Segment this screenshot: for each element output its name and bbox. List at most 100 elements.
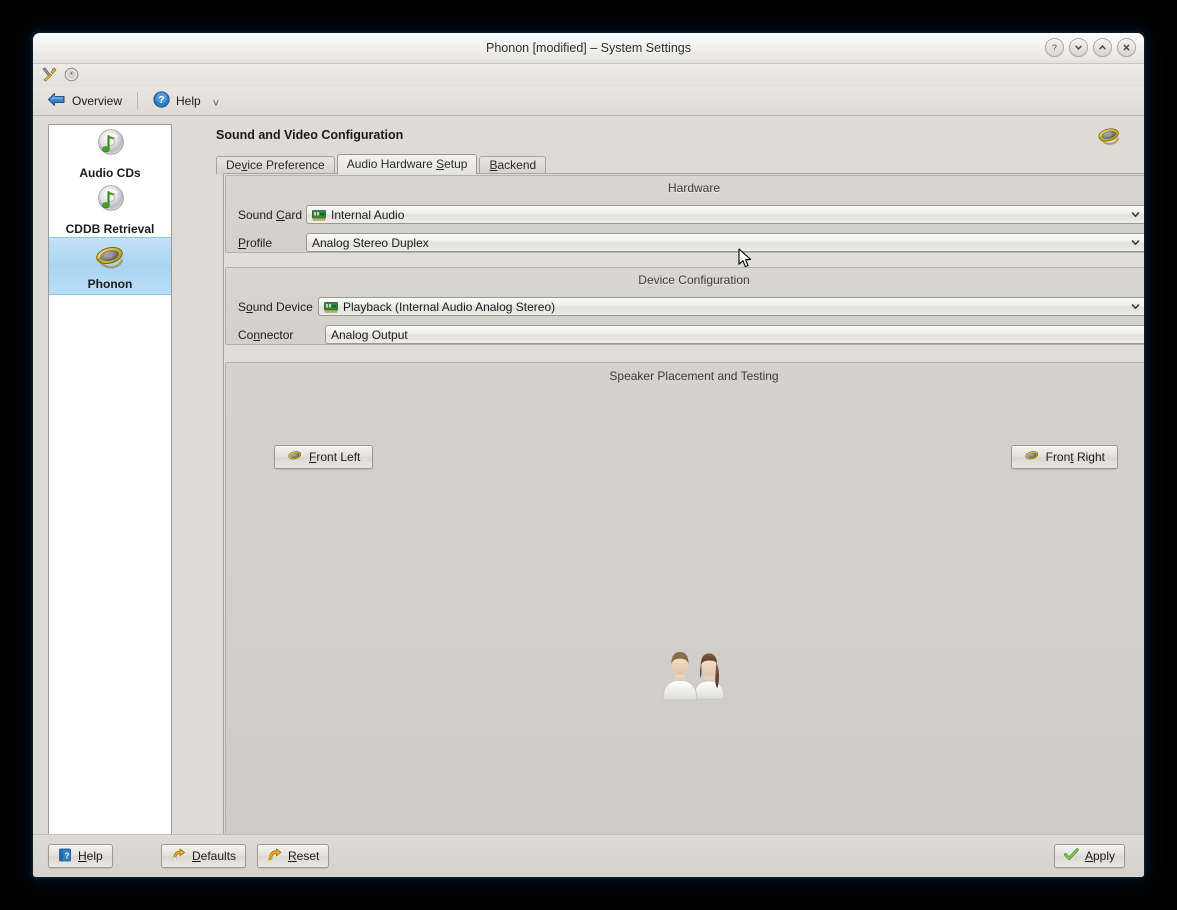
sound-card-combobox[interactable]: Internal Audio bbox=[306, 205, 1144, 224]
title-bar[interactable]: Phonon [modified] – System Settings ? bbox=[33, 33, 1144, 64]
speaker-icon bbox=[287, 449, 303, 466]
tab-panel-audio-hardware-setup: Hardware Sound Card bbox=[223, 173, 1144, 847]
overview-button[interactable]: Overview bbox=[41, 89, 128, 113]
sound-card-icon bbox=[312, 209, 326, 221]
profile-value: Analog Stereo Duplex bbox=[312, 236, 1125, 250]
sidebar-item-label: CDDB Retrieval bbox=[66, 222, 155, 236]
defaults-button-label: Defaults bbox=[192, 849, 236, 863]
window-controls: ? bbox=[1045, 38, 1136, 57]
check-icon bbox=[1064, 848, 1079, 864]
tab-audio-hardware-setup[interactable]: Audio Hardware Setup bbox=[337, 154, 478, 174]
page-title: Sound and Video Configuration bbox=[216, 128, 403, 142]
help-toolbar-label: Help bbox=[176, 94, 201, 108]
profile-label: Profile bbox=[238, 236, 306, 250]
toolbar-separator bbox=[137, 92, 138, 110]
chevron-down-icon bbox=[1125, 301, 1144, 312]
connector-row: Connector Analog Output bbox=[226, 325, 1144, 344]
mnemonic: A bbox=[1085, 849, 1093, 863]
mnemonic: n bbox=[253, 328, 260, 342]
front-left-test-button[interactable]: Front Left bbox=[274, 445, 373, 469]
sound-card-row: Sound Card bbox=[226, 205, 1144, 224]
tab-mnemonic: S bbox=[436, 157, 444, 171]
speaker-icon bbox=[1024, 449, 1040, 466]
sound-device-row: Sound Device bbox=[226, 297, 1144, 316]
apply-button-label: Apply bbox=[1085, 849, 1115, 863]
device-configuration-group: Device Configuration Sound Device bbox=[225, 267, 1144, 345]
speaker-icon bbox=[1096, 124, 1122, 151]
sidebar-item-label: Phonon bbox=[88, 277, 133, 291]
front-left-label: Front Left bbox=[309, 450, 360, 464]
help-circle-icon: ? bbox=[153, 91, 170, 111]
tools-icon[interactable] bbox=[41, 66, 57, 85]
toolbar-overflow-icon[interactable]: ˅ bbox=[213, 98, 219, 110]
help-button-label: Help bbox=[78, 849, 103, 863]
close-button[interactable] bbox=[1117, 38, 1136, 57]
speaker-placement-group: Speaker Placement and Testing Front Left bbox=[225, 362, 1144, 844]
sound-device-value: Playback (Internal Audio Analog Stereo) bbox=[343, 300, 1125, 314]
back-arrow-icon bbox=[47, 91, 66, 111]
window-title: Phonon [modified] – System Settings bbox=[33, 33, 1144, 63]
chevron-down-icon bbox=[1141, 329, 1144, 340]
defaults-button[interactable]: Defaults bbox=[161, 844, 246, 868]
audio-cd-icon bbox=[93, 127, 127, 164]
help-book-icon: ? bbox=[58, 848, 72, 865]
system-settings-window: Phonon [modified] – System Settings ? bbox=[33, 33, 1144, 877]
maximize-button[interactable] bbox=[1093, 38, 1112, 57]
sound-card-label: Sound Card bbox=[238, 208, 306, 222]
hardware-group: Hardware Sound Card bbox=[225, 175, 1144, 253]
device-configuration-title: Device Configuration bbox=[226, 268, 1144, 287]
speaker-placement-title: Speaker Placement and Testing bbox=[226, 363, 1144, 383]
front-right-test-button[interactable]: Front Right bbox=[1011, 445, 1118, 469]
undo-icon bbox=[171, 848, 186, 865]
sidebar-item-phonon[interactable]: Phonon bbox=[49, 237, 171, 295]
connector-value: Analog Output bbox=[331, 328, 1141, 342]
overview-label: Overview bbox=[72, 94, 122, 108]
tab-backend[interactable]: Backend bbox=[479, 156, 546, 174]
reset-button-label: Reset bbox=[288, 849, 319, 863]
tab-mnemonic: B bbox=[489, 158, 497, 172]
mnemonic: F bbox=[309, 450, 316, 464]
profile-row: Profile Analog Stereo Duplex bbox=[226, 233, 1144, 252]
sidebar-item-cddb-retrieval[interactable]: CDDB Retrieval bbox=[49, 181, 171, 237]
svg-text:?: ? bbox=[64, 850, 69, 860]
mnemonic: H bbox=[78, 849, 87, 863]
window-body: Audio CDs CDDB Retrieval bbox=[33, 116, 1144, 877]
module-sidebar: Audio CDs CDDB Retrieval bbox=[48, 124, 172, 853]
minimize-button[interactable] bbox=[1069, 38, 1088, 57]
mnemonic: o bbox=[246, 300, 253, 314]
connector-combobox[interactable]: Analog Output bbox=[325, 325, 1144, 344]
speaker-icon bbox=[93, 242, 127, 275]
window-help-button[interactable]: ? bbox=[1045, 38, 1064, 57]
front-right-label: Front Right bbox=[1046, 450, 1105, 464]
reset-button[interactable]: Reset bbox=[257, 844, 329, 868]
mnemonic: P bbox=[238, 236, 246, 250]
settings-panel: Sound and Video Configuration Device Pre… bbox=[183, 116, 1144, 877]
audio-cd-icon bbox=[93, 183, 127, 220]
chevron-down-icon bbox=[1125, 209, 1144, 220]
mnemonic: t bbox=[1070, 450, 1073, 464]
mnemonic: C bbox=[276, 208, 285, 222]
tab-device-preference[interactable]: Device Preference bbox=[216, 156, 335, 174]
mnemonic: D bbox=[192, 849, 201, 863]
sidebar-item-label: Audio CDs bbox=[79, 166, 140, 180]
mnemonic: R bbox=[288, 849, 297, 863]
sound-card-value: Internal Audio bbox=[331, 208, 1125, 222]
sound-device-label: Sound Device bbox=[238, 300, 318, 314]
hardware-group-title: Hardware bbox=[226, 176, 1144, 195]
help-toolbar-button[interactable]: ? Help bbox=[147, 89, 207, 113]
circle-button-icon[interactable] bbox=[64, 67, 79, 85]
sidebar-item-audio-cds[interactable]: Audio CDs bbox=[49, 125, 171, 181]
help-button[interactable]: ? Help bbox=[48, 844, 113, 868]
sound-device-combobox[interactable]: Playback (Internal Audio Analog Stereo) bbox=[318, 297, 1144, 316]
svg-text:?: ? bbox=[1052, 42, 1057, 52]
connector-label: Connector bbox=[238, 328, 318, 342]
two-people-icon bbox=[658, 639, 730, 704]
profile-combobox[interactable]: Analog Stereo Duplex bbox=[306, 233, 1144, 252]
sound-card-icon bbox=[324, 301, 338, 313]
svg-text:?: ? bbox=[158, 94, 164, 106]
tab-bar: Device Preference Audio Hardware Setup B… bbox=[216, 154, 548, 174]
dialog-button-bar: ? Help Defaults bbox=[33, 834, 1144, 877]
undo-icon bbox=[267, 848, 282, 865]
desktop-background: Phonon [modified] – System Settings ? bbox=[0, 0, 1177, 910]
apply-button[interactable]: Apply bbox=[1054, 844, 1125, 868]
